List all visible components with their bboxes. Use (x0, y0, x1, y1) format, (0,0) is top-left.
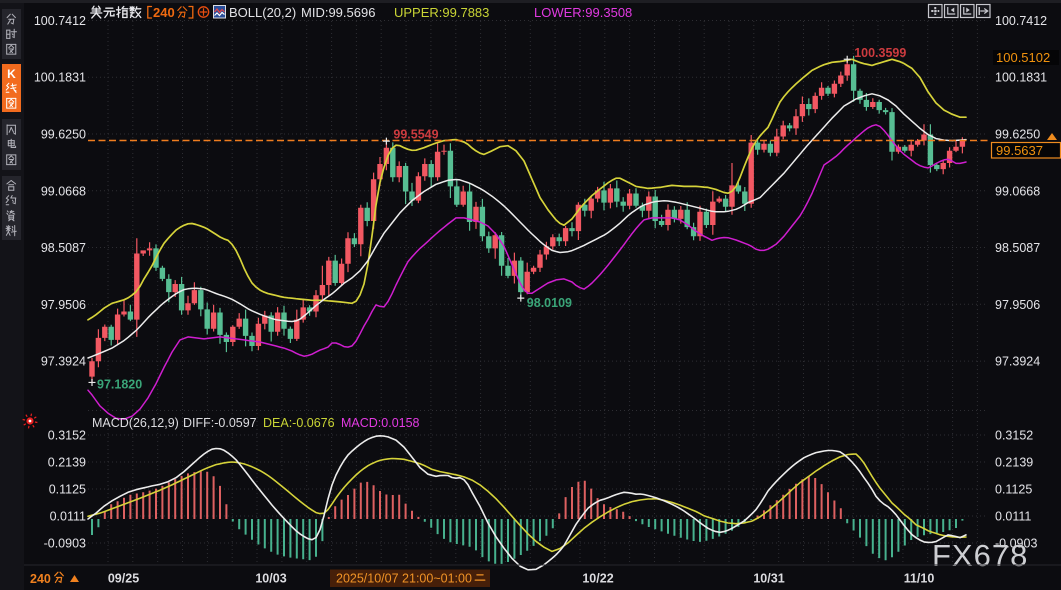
svg-text:98.5087: 98.5087 (995, 241, 1040, 255)
svg-text:MACD:0.0158: MACD:0.0158 (341, 416, 420, 430)
svg-text:97.3924: 97.3924 (41, 355, 86, 369)
svg-text:0.1125: 0.1125 (49, 482, 86, 496)
svg-text:LOWER:99.3508: LOWER:99.3508 (534, 5, 632, 20)
svg-text:10/31: 10/31 (753, 572, 784, 586)
svg-text:0.0111: 0.0111 (995, 510, 1031, 524)
svg-text:240: 240 (30, 572, 51, 586)
svg-text:97.3924: 97.3924 (995, 355, 1040, 369)
svg-text:99.0668: 99.0668 (995, 184, 1040, 198)
svg-text:240: 240 (153, 5, 175, 20)
svg-text:K: K (7, 67, 16, 81)
svg-text:97.1820: 97.1820 (97, 377, 142, 391)
svg-text:MID:99.5696: MID:99.5696 (301, 5, 375, 20)
svg-text:97.9506: 97.9506 (995, 298, 1040, 312)
svg-text:10/03: 10/03 (255, 572, 286, 586)
svg-text:100.1831: 100.1831 (995, 71, 1047, 85)
svg-text:0.3152: 0.3152 (995, 429, 1033, 443)
svg-text:0.2139: 0.2139 (995, 455, 1033, 469)
svg-text:FX678: FX678 (932, 538, 1028, 573)
svg-text:09/25: 09/25 (108, 572, 139, 586)
svg-text:100.1831: 100.1831 (34, 71, 86, 85)
svg-text:99.0668: 99.0668 (41, 184, 86, 198)
svg-text:99.6250: 99.6250 (41, 128, 86, 142)
svg-text:0.3152: 0.3152 (48, 429, 86, 443)
svg-text:100.7412: 100.7412 (34, 14, 86, 28)
svg-text:98.5087: 98.5087 (41, 241, 86, 255)
svg-text:DIFF:-0.0597: DIFF:-0.0597 (183, 416, 257, 430)
svg-text:-0.0903: -0.0903 (44, 537, 86, 551)
svg-text:UPPER:99.7883: UPPER:99.7883 (394, 5, 489, 20)
svg-text:DEA:-0.0676: DEA:-0.0676 (263, 416, 335, 430)
svg-text:99.5637: 99.5637 (996, 143, 1043, 158)
svg-text:0.0111: 0.0111 (50, 510, 86, 524)
svg-text:0.2139: 0.2139 (48, 455, 86, 469)
svg-text:98.0109: 98.0109 (527, 296, 572, 310)
svg-text:99.6250: 99.6250 (995, 128, 1040, 142)
svg-text:99.5549: 99.5549 (393, 128, 438, 142)
svg-text:100.3599: 100.3599 (854, 46, 906, 60)
svg-text:MACD(26,12,9): MACD(26,12,9) (92, 416, 179, 430)
svg-text:10/22: 10/22 (582, 572, 613, 586)
svg-text:11/10: 11/10 (904, 572, 935, 586)
svg-text:2025/10/07 21:00~01:00: 2025/10/07 21:00~01:00 (336, 572, 472, 586)
svg-text:BOLL(20,2): BOLL(20,2) (229, 5, 296, 20)
svg-text:100.5102: 100.5102 (996, 50, 1050, 65)
svg-text:100.7412: 100.7412 (995, 14, 1047, 28)
svg-text:0.1125: 0.1125 (995, 482, 1032, 496)
svg-text:97.9506: 97.9506 (41, 298, 86, 312)
